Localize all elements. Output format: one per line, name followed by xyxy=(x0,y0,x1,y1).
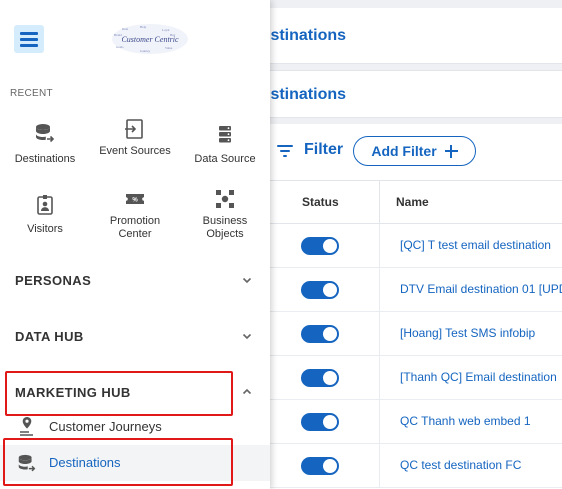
hamburger-menu-button[interactable] xyxy=(14,25,44,53)
svg-text:%: % xyxy=(132,198,138,204)
journey-pin-icon xyxy=(20,417,33,436)
status-toggle[interactable] xyxy=(301,413,339,431)
object-group-icon xyxy=(216,190,234,208)
filter-icon[interactable] xyxy=(277,144,293,158)
server-icon xyxy=(219,126,231,143)
svg-text:Goals: Goals xyxy=(116,45,124,49)
add-filter-button[interactable]: Add Filter xyxy=(353,136,476,166)
nav-item-label: Customer Journeys xyxy=(49,419,162,434)
svg-text:Help: Help xyxy=(140,25,147,29)
destination-name-link[interactable]: [Thanh QC] Email destination xyxy=(400,370,557,384)
section-label: PERSONAS xyxy=(15,273,92,288)
svg-text:Journey: Journey xyxy=(140,49,150,53)
nav-section-marketing-hub[interactable]: MARKETING HUB xyxy=(0,372,270,412)
destination-name-link[interactable]: [Hoang] Test SMS infobip xyxy=(400,326,535,340)
nav-item-customer-journeys[interactable]: Customer Journeys xyxy=(0,409,270,445)
column-header-status[interactable]: Status xyxy=(302,195,339,209)
recent-tile-business-objects[interactable]: Business Objects xyxy=(185,187,265,241)
plus-icon xyxy=(444,144,458,158)
destination-name-link[interactable]: QC Thanh web embed 1 xyxy=(400,414,531,428)
nav-item-label: Destinations xyxy=(49,455,121,470)
table-row[interactable]: QC Thanh web embed 1 xyxy=(270,400,562,444)
column-header-name[interactable]: Name xyxy=(396,195,429,209)
add-filter-label: Add Filter xyxy=(371,143,437,159)
table-row[interactable]: DTV Email destination 01 [UPD xyxy=(270,268,562,312)
recent-tile-destinations[interactable]: Destinations xyxy=(5,122,85,166)
column-divider xyxy=(379,181,380,225)
status-toggle[interactable] xyxy=(301,457,339,475)
recent-tile-label: Event Sources xyxy=(99,145,171,157)
nav-item-destinations[interactable]: Destinations xyxy=(0,445,270,481)
nav-section-personas[interactable]: PERSONAS xyxy=(0,260,270,300)
chevron-down-icon xyxy=(242,333,252,340)
brand-logo: Data HelpLoyal Goals ValueJourney BuyBrand… xyxy=(112,24,188,54)
recent-tile-label: Promotion Center xyxy=(109,215,161,240)
status-toggle[interactable] xyxy=(301,237,339,255)
recent-tile-promotion-center[interactable]: % Promotion Center xyxy=(95,187,175,241)
ticket-percent-icon: % xyxy=(126,194,144,204)
table-header: Status Name xyxy=(270,180,562,225)
recent-tile-data-source[interactable]: Data Source xyxy=(185,122,265,166)
filter-label[interactable]: Filter xyxy=(304,141,343,159)
recent-tile-visitors[interactable]: Visitors xyxy=(5,193,85,236)
status-toggle[interactable] xyxy=(301,325,339,343)
section-label: MARKETING HUB xyxy=(15,385,131,400)
chevron-up-icon xyxy=(242,388,252,395)
database-arrow-icon xyxy=(18,454,36,472)
table-row[interactable]: QC test destination FC xyxy=(270,444,562,488)
recent-tile-label: Visitors xyxy=(27,223,63,235)
chevron-down-icon xyxy=(242,277,252,284)
destination-name-link[interactable]: QC test destination FC xyxy=(400,458,521,472)
table-row[interactable]: [Thanh QC] Email destination xyxy=(270,356,562,400)
recent-tile-label: Destinations xyxy=(14,153,76,165)
destination-name-link[interactable]: [QC] T test email destination xyxy=(400,238,551,252)
nav-section-data-hub[interactable]: DATA HUB xyxy=(0,316,270,356)
status-toggle[interactable] xyxy=(301,281,339,299)
recent-label: RECENT xyxy=(10,88,53,99)
svg-text:Value: Value xyxy=(165,46,173,50)
database-arrow-icon xyxy=(36,124,55,143)
svg-text:Loyal: Loyal xyxy=(162,28,170,32)
recent-tile-label: Business Objects xyxy=(202,215,248,240)
recent-tile-event-sources[interactable]: Event Sources xyxy=(95,117,175,158)
table-row[interactable]: [Hoang] Test SMS infobip xyxy=(270,312,562,356)
destination-name-link[interactable]: DTV Email destination 01 [UPD xyxy=(400,282,562,296)
status-toggle[interactable] xyxy=(301,369,339,387)
section-label: DATA HUB xyxy=(15,329,84,344)
import-icon xyxy=(125,119,143,139)
table-row[interactable]: [QC] T test email destination xyxy=(270,224,562,268)
logo-text: Customer Centric xyxy=(121,35,179,44)
recent-tile-label: Data Source xyxy=(194,153,256,165)
navigation-drawer: Data Help Loyal Goals Value Journey Buy Brand… xyxy=(0,0,270,489)
visitor-badge-icon xyxy=(37,195,53,215)
svg-text:Data: Data xyxy=(122,27,129,31)
